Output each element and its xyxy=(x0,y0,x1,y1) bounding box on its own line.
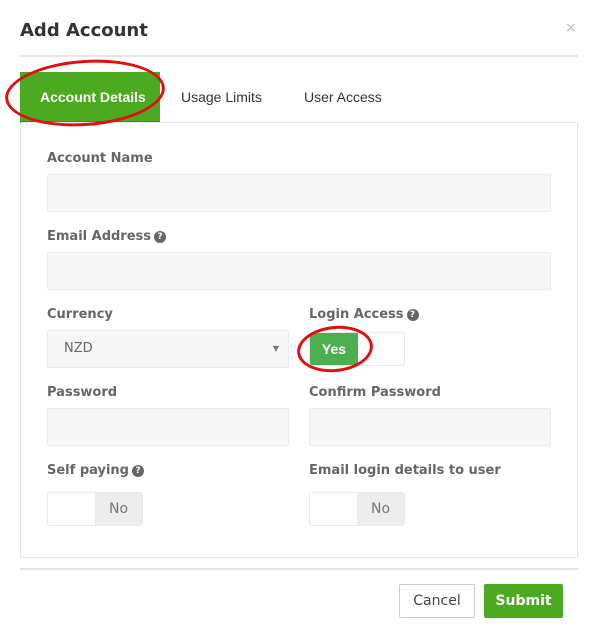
account-name-input[interactable] xyxy=(47,174,551,212)
email-address-label-text: Email Address xyxy=(47,229,152,244)
self-paying-toggle[interactable]: No xyxy=(47,492,143,526)
email-login-details-label: Email login details to user xyxy=(309,463,501,478)
login-access-label-text: Login Access xyxy=(309,307,404,322)
account-name-label: Account Name xyxy=(47,151,153,166)
currency-label-text: Currency xyxy=(47,307,113,322)
header-divider xyxy=(20,55,578,57)
password-label-text: Password xyxy=(47,385,118,400)
submit-button[interactable]: Submit xyxy=(484,584,563,618)
login-access-yes: Yes xyxy=(310,333,358,365)
currency-select[interactable]: NZD ▼ xyxy=(47,330,289,368)
tab-usage-limits[interactable]: Usage Limits xyxy=(181,72,262,124)
confirm-password-label-text: Confirm Password xyxy=(309,385,441,400)
self-paying-label-text: Self paying xyxy=(47,463,129,478)
tab-account-details[interactable]: Account Details xyxy=(20,72,160,124)
account-name-label-text: Account Name xyxy=(47,151,153,166)
login-access-toggle[interactable]: Yes xyxy=(309,332,405,366)
email-address-label: Email Address? xyxy=(47,229,167,244)
help-icon[interactable]: ? xyxy=(154,231,167,243)
self-paying-label: Self paying? xyxy=(47,463,144,478)
help-icon[interactable]: ? xyxy=(406,309,419,321)
modal-title: Add Account xyxy=(20,20,148,41)
email-login-details-no: No xyxy=(357,493,404,525)
self-paying-no: No xyxy=(95,493,142,525)
footer-divider xyxy=(20,568,578,570)
confirm-password-input[interactable] xyxy=(309,408,551,446)
password-input[interactable] xyxy=(47,408,289,446)
email-login-details-toggle[interactable]: No xyxy=(309,492,405,526)
password-label: Password xyxy=(47,385,117,400)
login-access-label: Login Access? xyxy=(309,307,419,322)
tab-user-access[interactable]: User Access xyxy=(304,72,382,124)
chevron-down-icon: ▼ xyxy=(272,344,279,353)
email-address-input[interactable] xyxy=(47,252,551,290)
help-icon[interactable]: ? xyxy=(132,465,144,477)
close-icon[interactable]: × xyxy=(565,20,577,36)
email-login-details-label-text: Email login details to user xyxy=(309,463,501,478)
cancel-button[interactable]: Cancel xyxy=(399,584,475,618)
confirm-password-label: Confirm Password xyxy=(309,385,441,400)
currency-label: Currency xyxy=(47,307,113,322)
currency-value: NZD xyxy=(64,341,93,356)
